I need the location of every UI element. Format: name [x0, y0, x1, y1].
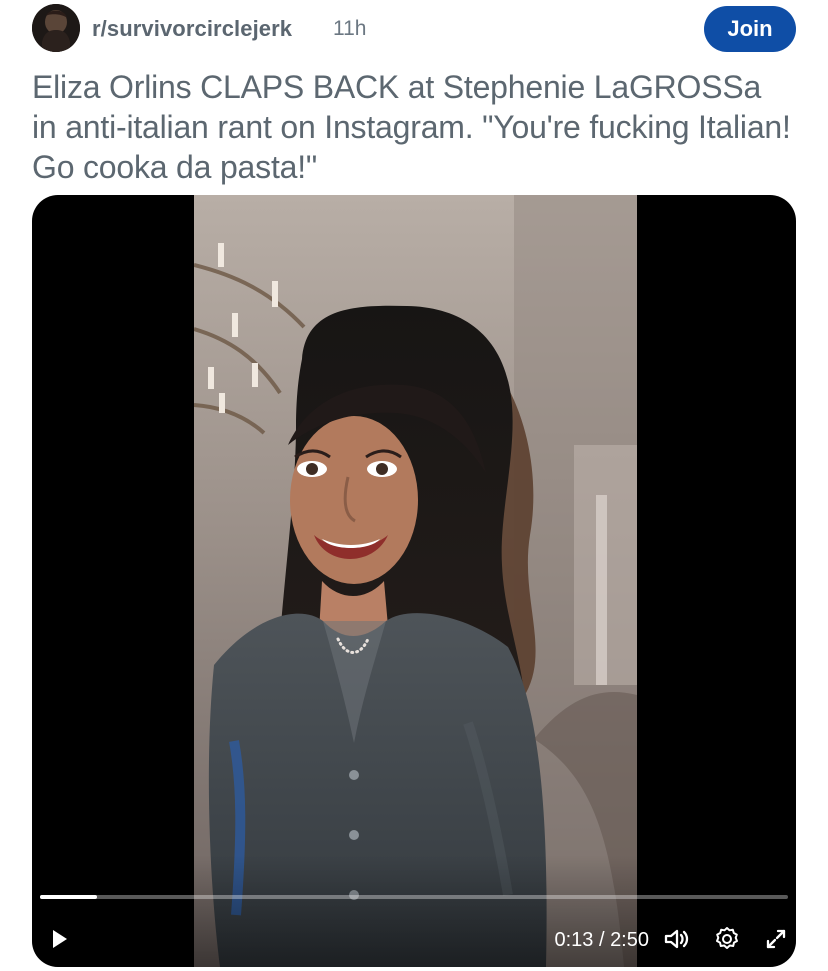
gear-icon[interactable] — [712, 924, 742, 954]
volume-icon[interactable] — [661, 924, 691, 954]
post-header: r/survivorcirclejerk 11h Join — [32, 4, 796, 52]
post-title[interactable]: Eliza Orlins CLAPS BACK at Stephenie LaG… — [32, 67, 792, 187]
current-time: 0:13 — [554, 929, 594, 951]
progress-fill — [40, 895, 97, 899]
video-frame — [194, 195, 637, 967]
progress-track[interactable] — [40, 895, 788, 899]
duration: 2:50 — [610, 929, 649, 951]
time-separator: / — [593, 929, 611, 951]
video-player[interactable]: 0:13 / 2:50 — [32, 195, 796, 967]
subreddit-name[interactable]: r/survivorcirclejerk — [92, 16, 292, 42]
time-display: 0:13 / 2:50 — [554, 927, 649, 953]
join-button[interactable]: Join — [704, 6, 796, 52]
avatar-icon[interactable] — [32, 4, 80, 52]
play-icon[interactable] — [46, 926, 72, 952]
expand-icon[interactable] — [761, 924, 791, 954]
post-age: 11h — [333, 17, 367, 40]
